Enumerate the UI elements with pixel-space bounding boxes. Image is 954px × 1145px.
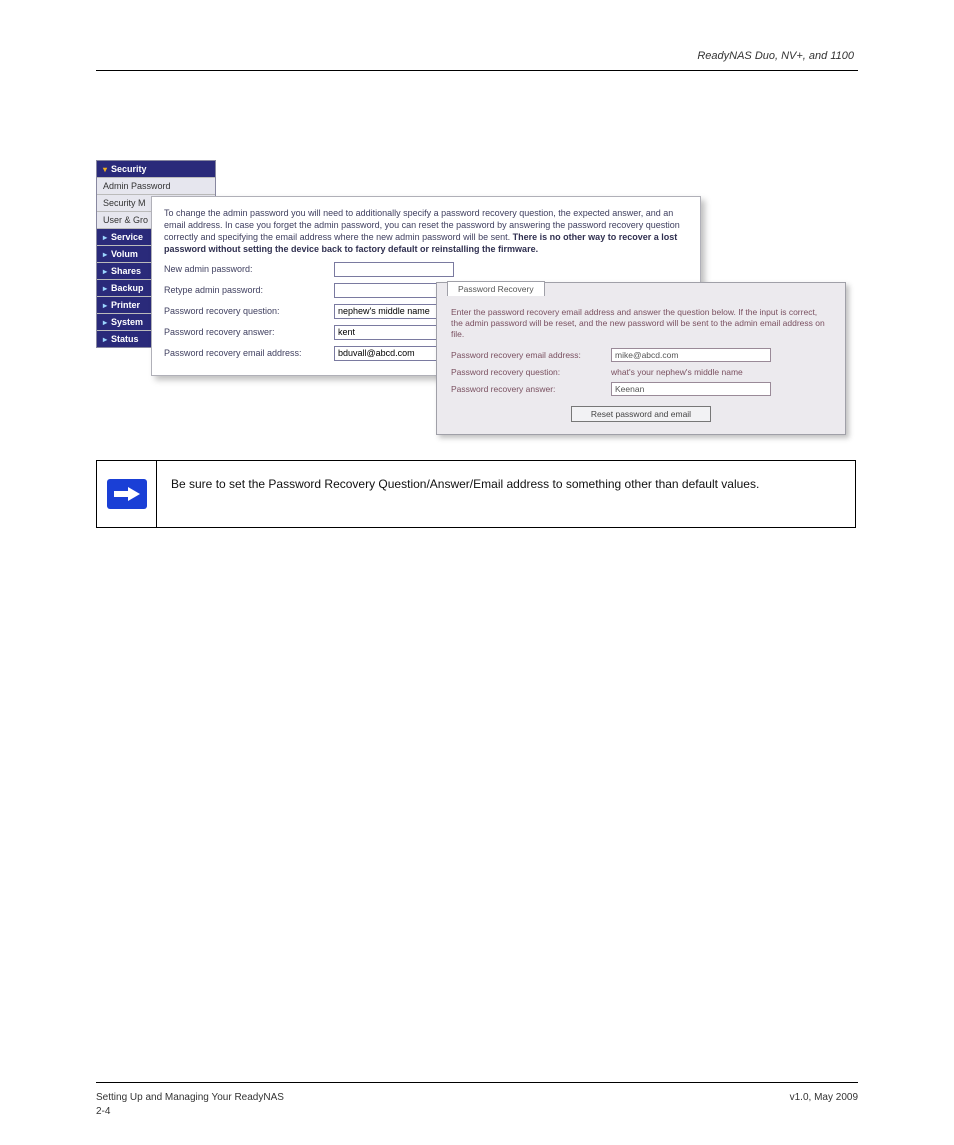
top-rule — [96, 70, 858, 71]
new-password-input[interactable] — [334, 262, 454, 277]
recov-question-value: what's your nephew's middle name — [611, 367, 743, 377]
bottom-rule — [96, 1082, 858, 1083]
chevron-right-icon: ▸ — [103, 284, 107, 293]
recov-answer-label: Password recovery answer: — [451, 384, 611, 394]
chevron-down-icon: ▾ — [103, 165, 107, 174]
footer-version: v1.0, May 2009 — [790, 1092, 858, 1103]
running-header: ReadyNAS Duo, NV+, and 1100 — [697, 50, 854, 62]
arrow-right-icon — [107, 479, 147, 509]
sidebar-label: Shares — [111, 266, 141, 276]
chevron-right-icon: ▸ — [103, 301, 107, 310]
recov-email-label: Password recovery email address: — [451, 350, 611, 360]
sidebar-label: Service — [111, 232, 143, 242]
footer-chapter: Setting Up and Managing Your ReadyNAS — [96, 1092, 284, 1103]
sidebar-title: Security — [111, 164, 147, 174]
note-box: Be sure to set the Password Recovery Que… — [96, 460, 856, 528]
retype-password-label: Retype admin password: — [164, 285, 334, 295]
sidebar-label: Backup — [111, 283, 144, 293]
sidebar-header-security[interactable]: ▾ Security — [97, 161, 215, 177]
sidebar-label: System — [111, 317, 143, 327]
sidebar-label: Printer — [111, 300, 140, 310]
chevron-right-icon: ▸ — [103, 335, 107, 344]
chevron-right-icon: ▸ — [103, 318, 107, 327]
recovery-answer-label: Password recovery answer: — [164, 327, 334, 337]
sidebar-item-admin-password[interactable]: Admin Password — [97, 177, 215, 194]
page-number: 2-4 — [96, 1106, 110, 1117]
chevron-right-icon: ▸ — [103, 233, 107, 242]
note-text: Be sure to set the Password Recovery Que… — [157, 461, 855, 527]
recov-answer-input[interactable] — [611, 382, 771, 396]
admin-intro-text: To change the admin password you will ne… — [164, 207, 688, 256]
screenshot-composite: ▾Security Admin Password Security M User… — [96, 160, 856, 420]
recov-question-label: Password recovery question: — [451, 367, 611, 377]
reset-password-button[interactable]: Reset password and email — [571, 406, 711, 422]
recovery-intro-text: Enter the password recovery email addres… — [451, 307, 831, 340]
recov-email-input[interactable] — [611, 348, 771, 362]
chevron-right-icon: ▸ — [103, 250, 107, 259]
note-icon-cell — [97, 461, 157, 527]
sidebar-label: Status — [111, 334, 139, 344]
password-recovery-tab[interactable]: Password Recovery — [447, 281, 545, 296]
recovery-question-label: Password recovery question: — [164, 306, 334, 316]
password-recovery-dialog: Password Recovery Enter the password rec… — [436, 282, 846, 435]
sidebar-label: Volum — [111, 249, 138, 259]
new-password-label: New admin password: — [164, 264, 334, 274]
chevron-right-icon: ▸ — [103, 267, 107, 276]
recovery-email-label: Password recovery email address: — [164, 348, 334, 358]
